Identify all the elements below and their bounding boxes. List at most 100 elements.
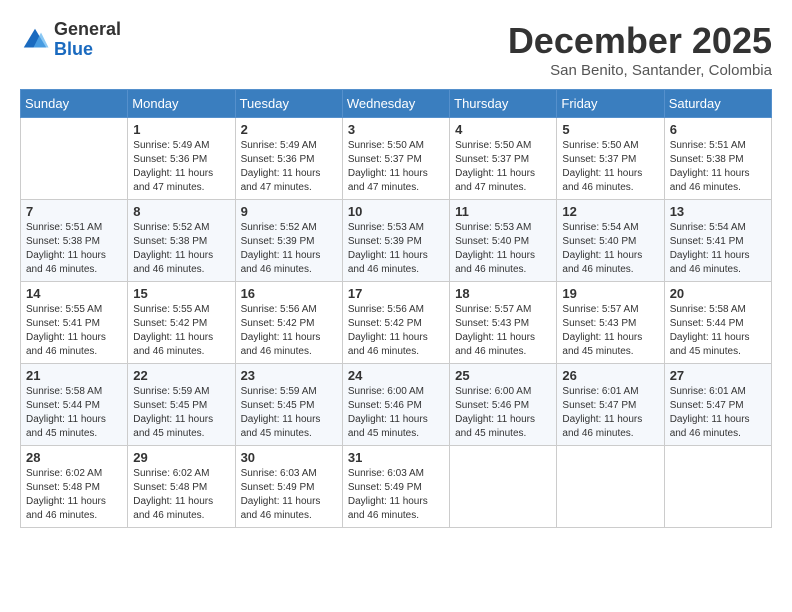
- day-info: Sunrise: 5:54 AM Sunset: 5:41 PM Dayligh…: [670, 221, 766, 277]
- day-number: 9: [241, 204, 337, 219]
- weekday-header-thursday: Thursday: [450, 90, 557, 118]
- day-number: 26: [562, 368, 658, 383]
- page-header: General Blue December 2025 San Benito, S…: [20, 20, 772, 79]
- day-number: 13: [670, 204, 766, 219]
- calendar-cell: 17 Sunrise: 5:56 AM Sunset: 5:42 PM Dayli…: [342, 282, 449, 364]
- calendar-cell: 21 Sunrise: 5:58 AM Sunset: 5:44 PM Dayli…: [21, 364, 128, 446]
- calendar-cell: 28Sunrise: 6:02 AM Sunset: 5:48 PM Dayli…: [21, 446, 128, 528]
- day-number: 2: [241, 122, 337, 137]
- title-area: December 2025 San Benito, Santander, Col…: [508, 20, 772, 79]
- day-info: Sunrise: 5:57 AM Sunset: 5:43 PM Dayligh…: [562, 303, 658, 359]
- day-number: 30: [241, 450, 337, 465]
- day-number: 15: [133, 286, 229, 301]
- day-info: Sunrise: 5:52 AM Sunset: 5:38 PM Dayligh…: [133, 221, 229, 277]
- calendar-cell: 16 Sunrise: 5:56 AM Sunset: 5:42 PM Dayli…: [235, 282, 342, 364]
- calendar-cell: 22Sunrise: 5:59 AM Sunset: 5:45 PM Dayli…: [128, 364, 235, 446]
- day-info: Sunrise: 6:03 AM Sunset: 5:49 PM Dayligh…: [241, 467, 337, 523]
- day-info: Sunrise: 5:50 AM Sunset: 5:37 PM Dayligh…: [455, 139, 551, 195]
- logo: General Blue: [20, 20, 121, 60]
- day-info: Sunrise: 6:00 AM Sunset: 5:46 PM Dayligh…: [455, 385, 551, 441]
- day-info: Sunrise: 5:59 AM Sunset: 5:45 PM Dayligh…: [241, 385, 337, 441]
- day-info: Sunrise: 6:02 AM Sunset: 5:48 PM Dayligh…: [133, 467, 229, 523]
- calendar-cell: 13 Sunrise: 5:54 AM Sunset: 5:41 PM Dayli…: [664, 200, 771, 282]
- calendar-cell: 5Sunrise: 5:50 AM Sunset: 5:37 PM Daylig…: [557, 118, 664, 200]
- logo-icon: [20, 25, 50, 55]
- calendar-cell: 25 Sunrise: 6:00 AM Sunset: 5:46 PM Dayli…: [450, 364, 557, 446]
- calendar-cell: 19 Sunrise: 5:57 AM Sunset: 5:43 PM Dayli…: [557, 282, 664, 364]
- calendar-cell: 12 Sunrise: 5:54 AM Sunset: 5:40 PM Dayli…: [557, 200, 664, 282]
- day-number: 16: [241, 286, 337, 301]
- logo-general-text: General: [54, 19, 121, 39]
- day-number: 25: [455, 368, 551, 383]
- calendar-cell: 15Sunrise: 5:55 AM Sunset: 5:42 PM Dayli…: [128, 282, 235, 364]
- day-number: 3: [348, 122, 444, 137]
- calendar-cell: 8 Sunrise: 5:52 AM Sunset: 5:38 PM Daylig…: [128, 200, 235, 282]
- calendar-cell: [450, 446, 557, 528]
- day-info: Sunrise: 5:59 AM Sunset: 5:45 PM Dayligh…: [133, 385, 229, 441]
- month-title: December 2025: [508, 20, 772, 62]
- day-info: Sunrise: 5:57 AM Sunset: 5:43 PM Dayligh…: [455, 303, 551, 359]
- weekday-header-monday: Monday: [128, 90, 235, 118]
- day-number: 10: [348, 204, 444, 219]
- calendar-cell: 29Sunrise: 6:02 AM Sunset: 5:48 PM Dayli…: [128, 446, 235, 528]
- day-info: Sunrise: 5:50 AM Sunset: 5:37 PM Dayligh…: [348, 139, 444, 195]
- weekday-header-friday: Friday: [557, 90, 664, 118]
- calendar-cell: 26Sunrise: 6:01 AM Sunset: 5:47 PM Dayli…: [557, 364, 664, 446]
- day-info: Sunrise: 5:56 AM Sunset: 5:42 PM Dayligh…: [348, 303, 444, 359]
- day-number: 19: [562, 286, 658, 301]
- calendar-cell: 9 Sunrise: 5:52 AM Sunset: 5:39 PM Daylig…: [235, 200, 342, 282]
- day-number: 20: [670, 286, 766, 301]
- day-info: Sunrise: 6:02 AM Sunset: 5:48 PM Dayligh…: [26, 467, 122, 523]
- calendar-week-row: 1 Sunrise: 5:49 AM Sunset: 5:36 PM Daylig…: [21, 118, 772, 200]
- day-info: Sunrise: 5:52 AM Sunset: 5:39 PM Dayligh…: [241, 221, 337, 277]
- calendar-cell: 3 Sunrise: 5:50 AM Sunset: 5:37 PM Daylig…: [342, 118, 449, 200]
- weekday-header-saturday: Saturday: [664, 90, 771, 118]
- calendar-cell: 27Sunrise: 6:01 AM Sunset: 5:47 PM Dayli…: [664, 364, 771, 446]
- day-number: 17: [348, 286, 444, 301]
- calendar-cell: 10 Sunrise: 5:53 AM Sunset: 5:39 PM Dayli…: [342, 200, 449, 282]
- calendar-week-row: 7Sunrise: 5:51 AM Sunset: 5:38 PM Daylig…: [21, 200, 772, 282]
- logo-blue-text: Blue: [54, 39, 93, 59]
- day-number: 4: [455, 122, 551, 137]
- day-info: Sunrise: 5:51 AM Sunset: 5:38 PM Dayligh…: [26, 221, 122, 277]
- calendar-cell: 6 Sunrise: 5:51 AM Sunset: 5:38 PM Daylig…: [664, 118, 771, 200]
- day-info: Sunrise: 5:53 AM Sunset: 5:39 PM Dayligh…: [348, 221, 444, 277]
- calendar-cell: 7Sunrise: 5:51 AM Sunset: 5:38 PM Daylig…: [21, 200, 128, 282]
- day-info: Sunrise: 5:56 AM Sunset: 5:42 PM Dayligh…: [241, 303, 337, 359]
- calendar-cell: 18 Sunrise: 5:57 AM Sunset: 5:43 PM Dayli…: [450, 282, 557, 364]
- weekday-header-wednesday: Wednesday: [342, 90, 449, 118]
- day-info: Sunrise: 6:03 AM Sunset: 5:49 PM Dayligh…: [348, 467, 444, 523]
- day-number: 1: [133, 122, 229, 137]
- day-info: Sunrise: 5:53 AM Sunset: 5:40 PM Dayligh…: [455, 221, 551, 277]
- calendar-cell: [664, 446, 771, 528]
- day-info: Sunrise: 5:54 AM Sunset: 5:40 PM Dayligh…: [562, 221, 658, 277]
- day-number: 24: [348, 368, 444, 383]
- calendar-cell: 11 Sunrise: 5:53 AM Sunset: 5:40 PM Dayli…: [450, 200, 557, 282]
- day-number: 5: [562, 122, 658, 137]
- day-info: Sunrise: 5:58 AM Sunset: 5:44 PM Dayligh…: [670, 303, 766, 359]
- day-number: 18: [455, 286, 551, 301]
- day-number: 11: [455, 204, 551, 219]
- weekday-header-tuesday: Tuesday: [235, 90, 342, 118]
- day-info: Sunrise: 5:55 AM Sunset: 5:41 PM Dayligh…: [26, 303, 122, 359]
- day-number: 31: [348, 450, 444, 465]
- day-info: Sunrise: 5:49 AM Sunset: 5:36 PM Dayligh…: [133, 139, 229, 195]
- day-number: 8: [133, 204, 229, 219]
- day-number: 21: [26, 368, 122, 383]
- weekday-header-sunday: Sunday: [21, 90, 128, 118]
- day-info: Sunrise: 6:01 AM Sunset: 5:47 PM Dayligh…: [670, 385, 766, 441]
- calendar-cell: 30 Sunrise: 6:03 AM Sunset: 5:49 PM Dayli…: [235, 446, 342, 528]
- calendar-cell: 1 Sunrise: 5:49 AM Sunset: 5:36 PM Daylig…: [128, 118, 235, 200]
- day-info: Sunrise: 5:58 AM Sunset: 5:44 PM Dayligh…: [26, 385, 122, 441]
- day-info: Sunrise: 5:49 AM Sunset: 5:36 PM Dayligh…: [241, 139, 337, 195]
- day-number: 12: [562, 204, 658, 219]
- calendar-cell: 2 Sunrise: 5:49 AM Sunset: 5:36 PM Daylig…: [235, 118, 342, 200]
- calendar-cell: [21, 118, 128, 200]
- day-number: 6: [670, 122, 766, 137]
- calendar-cell: 14 Sunrise: 5:55 AM Sunset: 5:41 PM Dayli…: [21, 282, 128, 364]
- day-info: Sunrise: 6:00 AM Sunset: 5:46 PM Dayligh…: [348, 385, 444, 441]
- day-number: 14: [26, 286, 122, 301]
- calendar-cell: 20 Sunrise: 5:58 AM Sunset: 5:44 PM Dayli…: [664, 282, 771, 364]
- day-info: Sunrise: 5:51 AM Sunset: 5:38 PM Dayligh…: [670, 139, 766, 195]
- calendar-week-row: 28Sunrise: 6:02 AM Sunset: 5:48 PM Dayli…: [21, 446, 772, 528]
